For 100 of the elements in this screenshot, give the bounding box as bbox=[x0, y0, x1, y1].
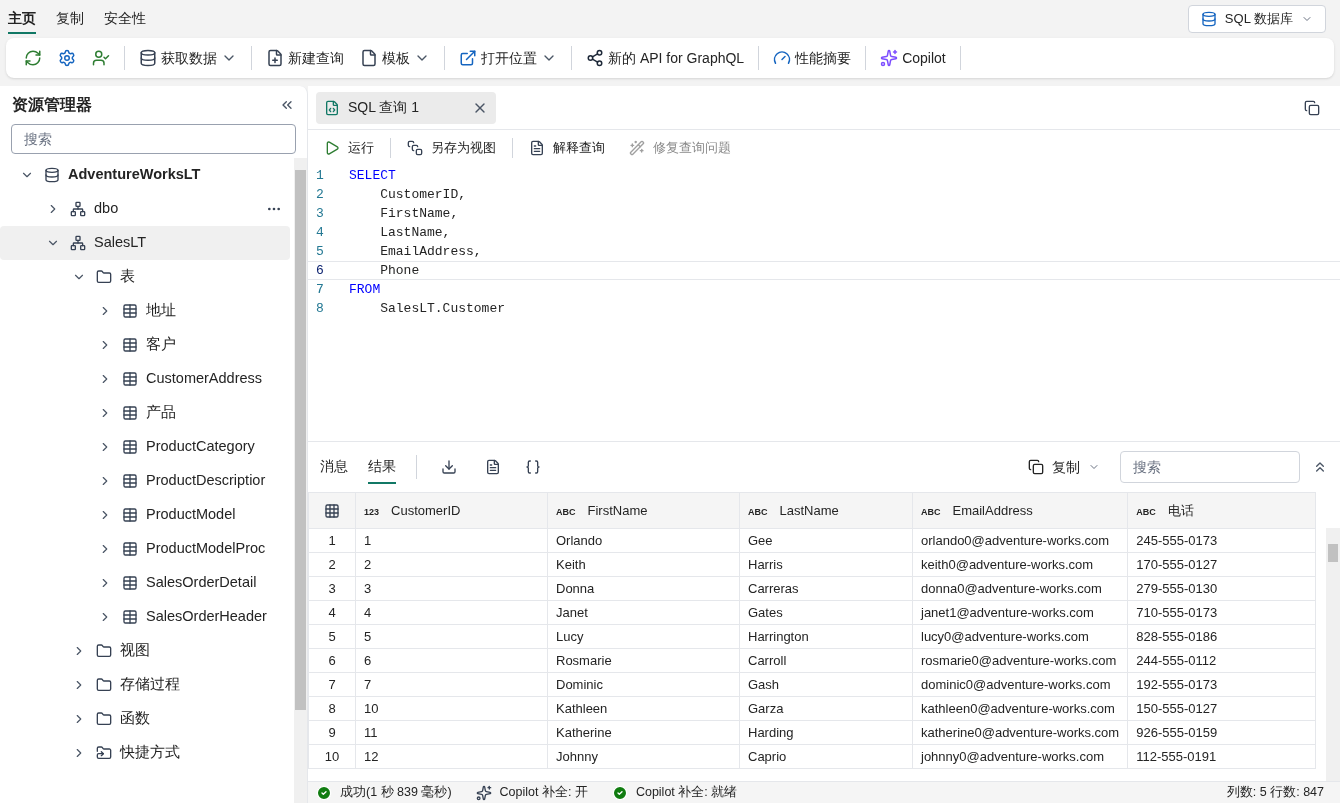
download-icon[interactable] bbox=[441, 459, 457, 475]
table-icon bbox=[122, 337, 138, 353]
tree-item[interactable]: 产品 bbox=[0, 396, 290, 430]
tree-item[interactable]: dbo bbox=[0, 192, 290, 226]
table-cell: 6 bbox=[355, 648, 548, 673]
code-line: SalesLT.Customer bbox=[379, 299, 506, 318]
ribbon-tab[interactable]: 主页 bbox=[8, 4, 36, 34]
editor-toolbar-button[interactable]: 运行 bbox=[320, 138, 378, 158]
row-number: 7 bbox=[308, 672, 356, 697]
tree-item[interactable]: CustomerAddress bbox=[0, 362, 290, 396]
table-cell: Carroll bbox=[739, 648, 913, 673]
column-header[interactable]: ABC FirstName bbox=[547, 492, 740, 529]
row-number: 5 bbox=[308, 624, 356, 649]
tree-label: dbo bbox=[94, 199, 119, 219]
tree-item[interactable]: 存储过程 bbox=[0, 668, 290, 702]
table-icon bbox=[122, 405, 138, 421]
table-cell: Gee bbox=[739, 528, 913, 553]
column-header[interactable]: ABC 电话 bbox=[1127, 492, 1316, 529]
table-icon[interactable] bbox=[324, 502, 340, 519]
table-cell: Gash bbox=[739, 672, 913, 697]
tree-item[interactable]: ProductDescriptior bbox=[0, 464, 290, 498]
tree-item[interactable]: SalesOrderDetail bbox=[0, 566, 290, 600]
table-icon bbox=[122, 507, 138, 523]
tree-item[interactable]: ProductCategory bbox=[0, 430, 290, 464]
copy-icon[interactable] bbox=[1304, 99, 1320, 116]
table-icon bbox=[122, 541, 138, 557]
scrollbar[interactable] bbox=[294, 158, 307, 803]
tree-label: ProductModel bbox=[146, 505, 236, 525]
folder-icon bbox=[96, 677, 112, 693]
row-number: 1 bbox=[308, 528, 356, 553]
tree-label: 快捷方式 bbox=[120, 743, 180, 763]
schema-icon bbox=[70, 235, 86, 251]
tree-item[interactable]: 地址 bbox=[0, 294, 290, 328]
folder-icon bbox=[96, 269, 112, 285]
column-header[interactable]: ABC EmailAddress bbox=[912, 492, 1128, 529]
database-switcher[interactable]: SQL 数据库 bbox=[1187, 5, 1326, 33]
line-number: 3 bbox=[315, 204, 325, 223]
results-tab[interactable]: 消息 bbox=[320, 450, 348, 484]
tree-item[interactable]: ProductModel bbox=[0, 498, 290, 532]
column-header[interactable]: 123 CustomerID bbox=[355, 492, 548, 529]
explain-icon bbox=[529, 140, 545, 156]
toolbar-button[interactable]: 新建查询 bbox=[260, 42, 350, 74]
table-cell: dominic0@adventure-works.com bbox=[912, 672, 1128, 697]
toolbar-button[interactable]: 模板 bbox=[354, 42, 436, 74]
code-editor[interactable]: 1 SELECT 2 CustomerID, 3 FirstName, 4 LastName, 5 EmailAddress, 6 Phone 7 FROM 8 SalesLT.Customer bbox=[308, 166, 1340, 442]
editor-tab[interactable]: SQL 查询 1 bbox=[316, 91, 496, 124]
status-text: 成功(1 秒 839 毫秒) bbox=[340, 784, 452, 802]
table-cell: Gates bbox=[739, 600, 913, 625]
tree-item[interactable]: SalesOrderHeader bbox=[0, 600, 290, 634]
tree-item[interactable]: 客户 bbox=[0, 328, 290, 362]
table-cell: janet1@adventure-works.com bbox=[912, 600, 1128, 625]
sql-file-icon bbox=[324, 99, 340, 116]
tree-item[interactable]: SalesLT bbox=[0, 226, 290, 260]
line-number: 7 bbox=[315, 280, 325, 299]
editor-toolbar-button[interactable]: 解释查询 bbox=[525, 138, 609, 158]
tree-item[interactable]: AdventureWorksLT bbox=[0, 158, 290, 192]
results-tab[interactable]: 结果 bbox=[368, 450, 396, 484]
table-cell: Donna bbox=[547, 576, 740, 601]
tree-label: SalesLT bbox=[94, 233, 147, 253]
tree-item[interactable]: ProductModelProc bbox=[0, 532, 290, 566]
document-icon[interactable] bbox=[485, 459, 501, 475]
tree-label: ProductModelProc bbox=[146, 539, 266, 559]
table-cell: Orlando bbox=[547, 528, 740, 553]
refresh-icon bbox=[24, 49, 42, 67]
table-cell: Kathleen bbox=[547, 696, 740, 721]
tree-label: CustomerAddress bbox=[146, 369, 263, 389]
results-search-field[interactable]: 搜索 bbox=[1120, 451, 1300, 483]
toolbar-button[interactable]: 打开位置 bbox=[453, 42, 563, 74]
toolbar-button[interactable]: 获取数据 bbox=[133, 42, 243, 74]
tree-label: 产品 bbox=[146, 403, 176, 423]
search-field[interactable]: 搜索 bbox=[11, 124, 296, 154]
toolbar-button[interactable]: 性能摘要 bbox=[767, 42, 858, 74]
code-line: Phone bbox=[379, 261, 420, 280]
code-line: EmailAddress, bbox=[379, 242, 482, 261]
ribbon-tab[interactable]: 复制 bbox=[56, 4, 84, 34]
toolbar-button[interactable]: Copilot bbox=[874, 42, 952, 74]
save-view-icon bbox=[407, 140, 423, 156]
editor-toolbar-button[interactable]: 另存为视图 bbox=[403, 138, 500, 158]
tree-item[interactable]: 函数 bbox=[0, 702, 290, 736]
scrollbar[interactable] bbox=[1326, 528, 1340, 781]
toolbar-button[interactable]: 新的 API for GraphQL bbox=[580, 42, 751, 74]
tree-item[interactable]: 视图 bbox=[0, 634, 290, 668]
ribbon-tab[interactable]: 安全性 bbox=[104, 4, 146, 34]
database-icon bbox=[44, 167, 60, 183]
table-cell: Keith bbox=[547, 552, 740, 577]
status-summary: 列数: 5 行数: 847 bbox=[1226, 784, 1324, 802]
copilot-icon bbox=[880, 49, 899, 67]
column-header[interactable]: ABC LastName bbox=[739, 492, 913, 529]
tree-item[interactable]: 表 bbox=[0, 260, 290, 294]
tree-item[interactable]: 快捷方式 bbox=[0, 736, 290, 770]
table-cell: Dominic bbox=[547, 672, 740, 697]
table-cell: Caprio bbox=[739, 744, 913, 769]
row-number: 8 bbox=[308, 696, 356, 721]
table-cell: Carreras bbox=[739, 576, 913, 601]
table-cell: donna0@adventure-works.com bbox=[912, 576, 1128, 601]
table-icon bbox=[122, 609, 138, 625]
braces-icon[interactable] bbox=[525, 459, 541, 475]
line-number: 8 bbox=[315, 299, 325, 318]
copy-button[interactable]: 复制 bbox=[1028, 456, 1100, 478]
line-number: 6 bbox=[315, 261, 325, 280]
